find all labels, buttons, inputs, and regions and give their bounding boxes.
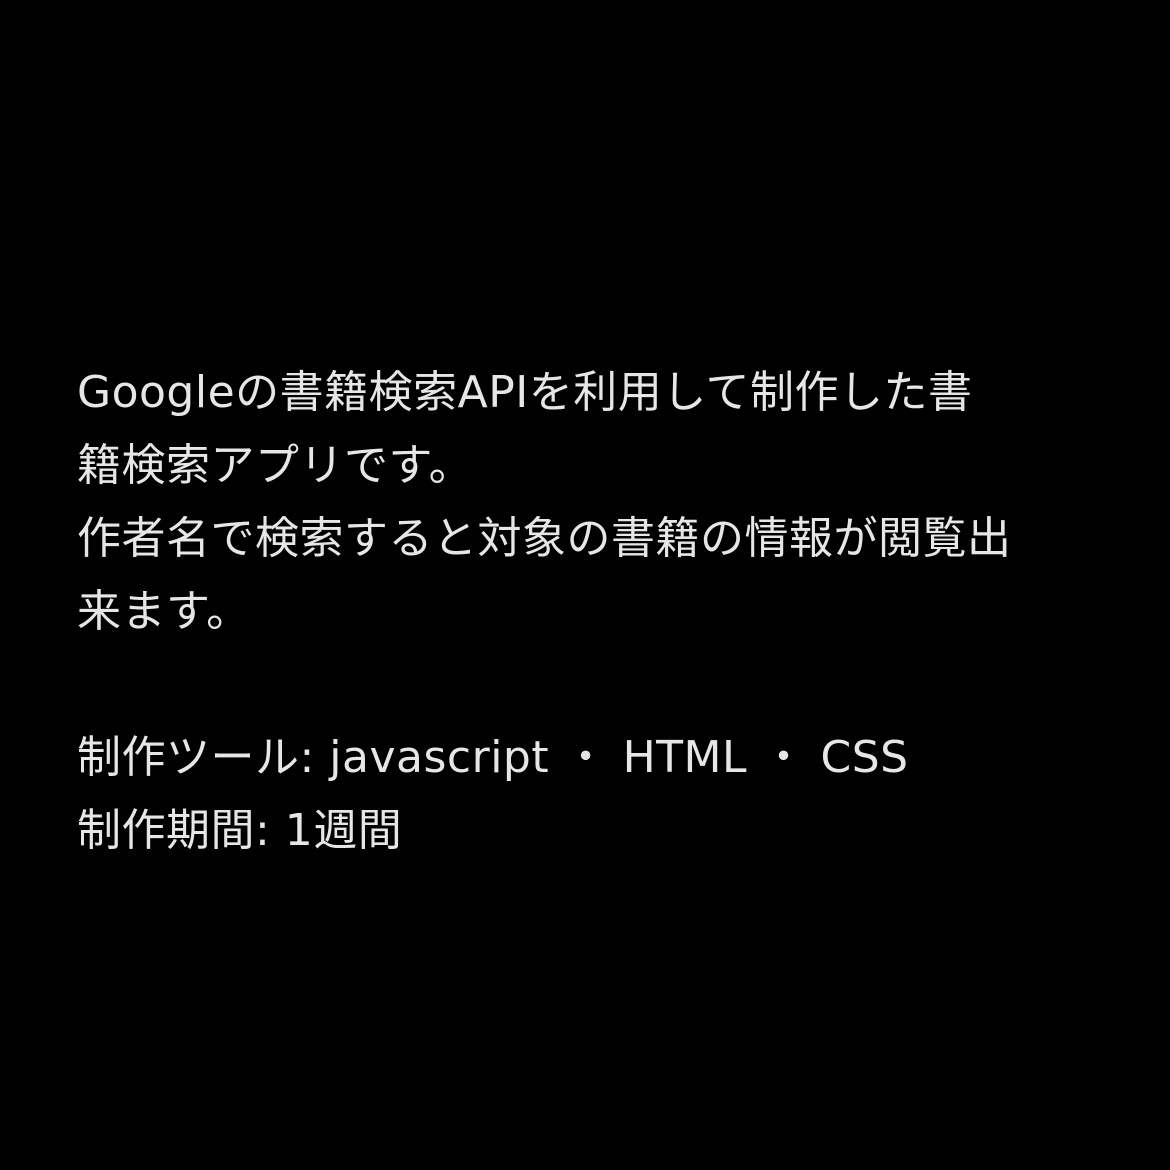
description-line-1: Googleの書籍検索APIを利用して制作した書 <box>77 367 973 418</box>
period-text: 制作期間: 1週間 <box>77 805 403 856</box>
description-text-block: Googleの書籍検索APIを利用して制作した書 籍検索アプリです。 作者名で検… <box>77 356 1087 867</box>
tools-text: 制作ツール: javascript ・ HTML ・ CSS <box>77 732 909 783</box>
description-line-4: 来ます。 <box>77 586 251 637</box>
description-line-3: 作者名で検索すると対象の書籍の情報が閲覧出 <box>77 513 1012 564</box>
description-line-2: 籍検索アプリです。 <box>77 440 474 491</box>
